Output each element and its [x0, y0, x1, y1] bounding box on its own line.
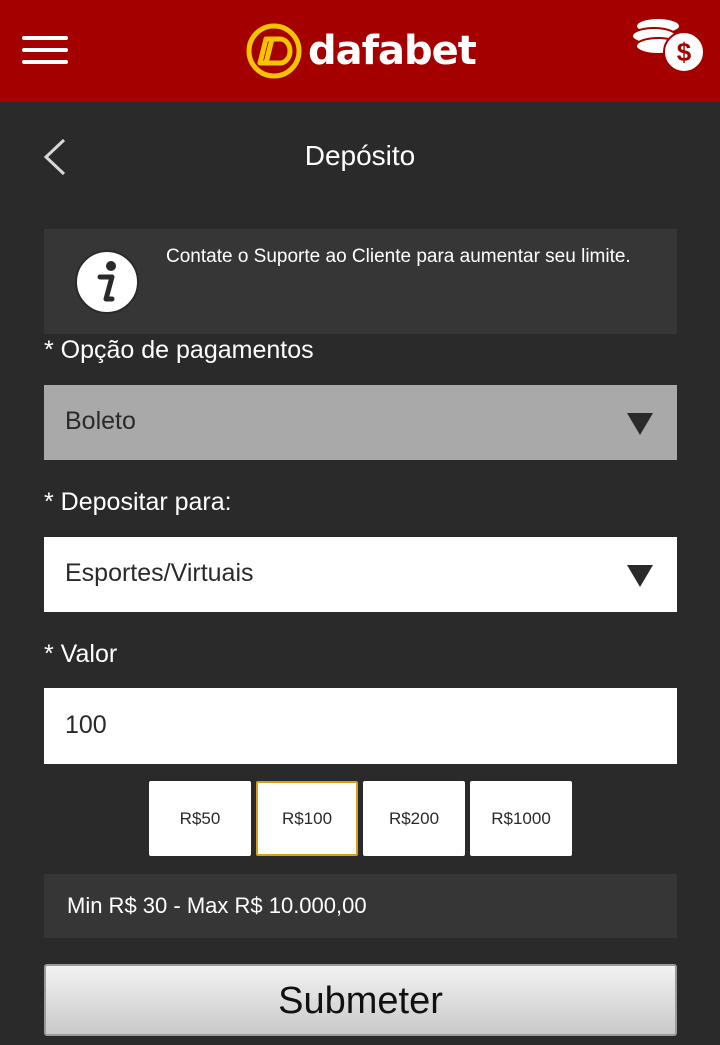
deposit-limits-text: Min R$ 30 - Max R$ 10.000,00 [67, 893, 367, 918]
amount-input[interactable]: 100 [44, 688, 677, 764]
amount-value: 100 [65, 711, 107, 739]
info-text: Contate o Suporte ao Cliente para aument… [166, 246, 631, 267]
submit-button[interactable]: Submeter [44, 964, 677, 1036]
logo-text: dafabet [308, 28, 477, 74]
payment-option-select[interactable]: Boleto [44, 385, 677, 460]
top-bar: dafabet $ [0, 0, 720, 102]
quick-amount-button[interactable]: R$1000 [470, 781, 572, 856]
coins-dollar-icon[interactable]: $ [630, 14, 706, 76]
svg-text:$: $ [677, 37, 692, 67]
info-notice: Contate o Suporte ao Cliente para aument… [44, 229, 677, 334]
dropdown-arrow-icon [627, 413, 653, 435]
deposit-limits-box: Min R$ 30 - Max R$ 10.000,00 [44, 874, 677, 938]
deposit-to-value: Esportes/Virtuais [65, 559, 254, 587]
dafabet-logo[interactable]: dafabet [246, 22, 477, 80]
quick-amount-button[interactable]: R$50 [149, 781, 251, 856]
hamburger-menu-icon[interactable] [22, 36, 68, 64]
dropdown-arrow-icon [627, 565, 653, 587]
page-header: Depósito [0, 128, 720, 186]
deposit-to-label: * Depositar para: [44, 488, 232, 516]
payment-option-label: * Opção de pagamentos [44, 336, 314, 364]
deposit-to-select[interactable]: Esportes/Virtuais [44, 537, 677, 612]
info-icon [75, 250, 139, 314]
page-title: Depósito [304, 140, 416, 171]
amount-label: * Valor [44, 640, 118, 668]
dafabet-logo-mark-icon [246, 23, 302, 79]
quick-amount-button-selected[interactable]: R$100 [256, 781, 358, 856]
payment-option-value: Boleto [65, 407, 136, 435]
quick-amount-button[interactable]: R$200 [363, 781, 465, 856]
